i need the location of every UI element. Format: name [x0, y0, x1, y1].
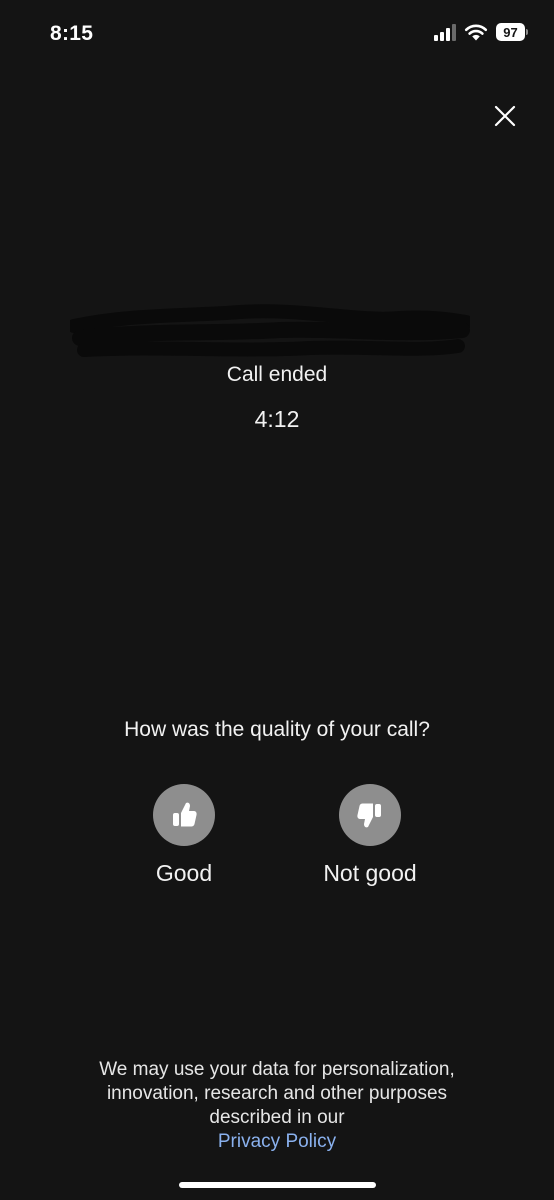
- quality-question: How was the quality of your call?: [124, 718, 430, 741]
- not-good-rating-button[interactable]: Not good: [290, 784, 450, 887]
- battery-icon: 97: [496, 23, 528, 41]
- privacy-disclaimer: We may use your data for personalization…: [0, 1058, 554, 1154]
- disclaimer-line-3: described in our: [209, 1107, 345, 1128]
- close-icon: [494, 105, 516, 127]
- call-duration: 4:12: [254, 406, 300, 432]
- disclaimer-line-2: innovation, research and other purposes: [106, 1083, 448, 1104]
- thumbs-up-icon: [153, 784, 215, 846]
- home-indicator[interactable]: [179, 1182, 376, 1188]
- battery-level: 97: [496, 23, 525, 41]
- not-good-label: Not good: [323, 860, 417, 886]
- call-status: Call ended: [226, 363, 328, 386]
- close-button[interactable]: [488, 99, 522, 133]
- disclaimer-line-1: We may use your data for personalization…: [99, 1059, 455, 1080]
- signal-bars-icon: [434, 23, 456, 41]
- redacted-caller-name: [70, 304, 470, 357]
- good-label: Good: [155, 860, 213, 886]
- call-ended-screen: 8:15 97 Call ended 4:12 How was the qual…: [0, 0, 554, 1200]
- thumbs-down-icon: [339, 784, 401, 846]
- good-rating-button[interactable]: Good: [104, 784, 264, 887]
- privacy-policy-link[interactable]: Privacy Policy: [218, 1131, 336, 1152]
- status-time: 8:15: [50, 22, 94, 45]
- wifi-icon: [464, 23, 488, 41]
- status-icons: 97: [434, 23, 528, 41]
